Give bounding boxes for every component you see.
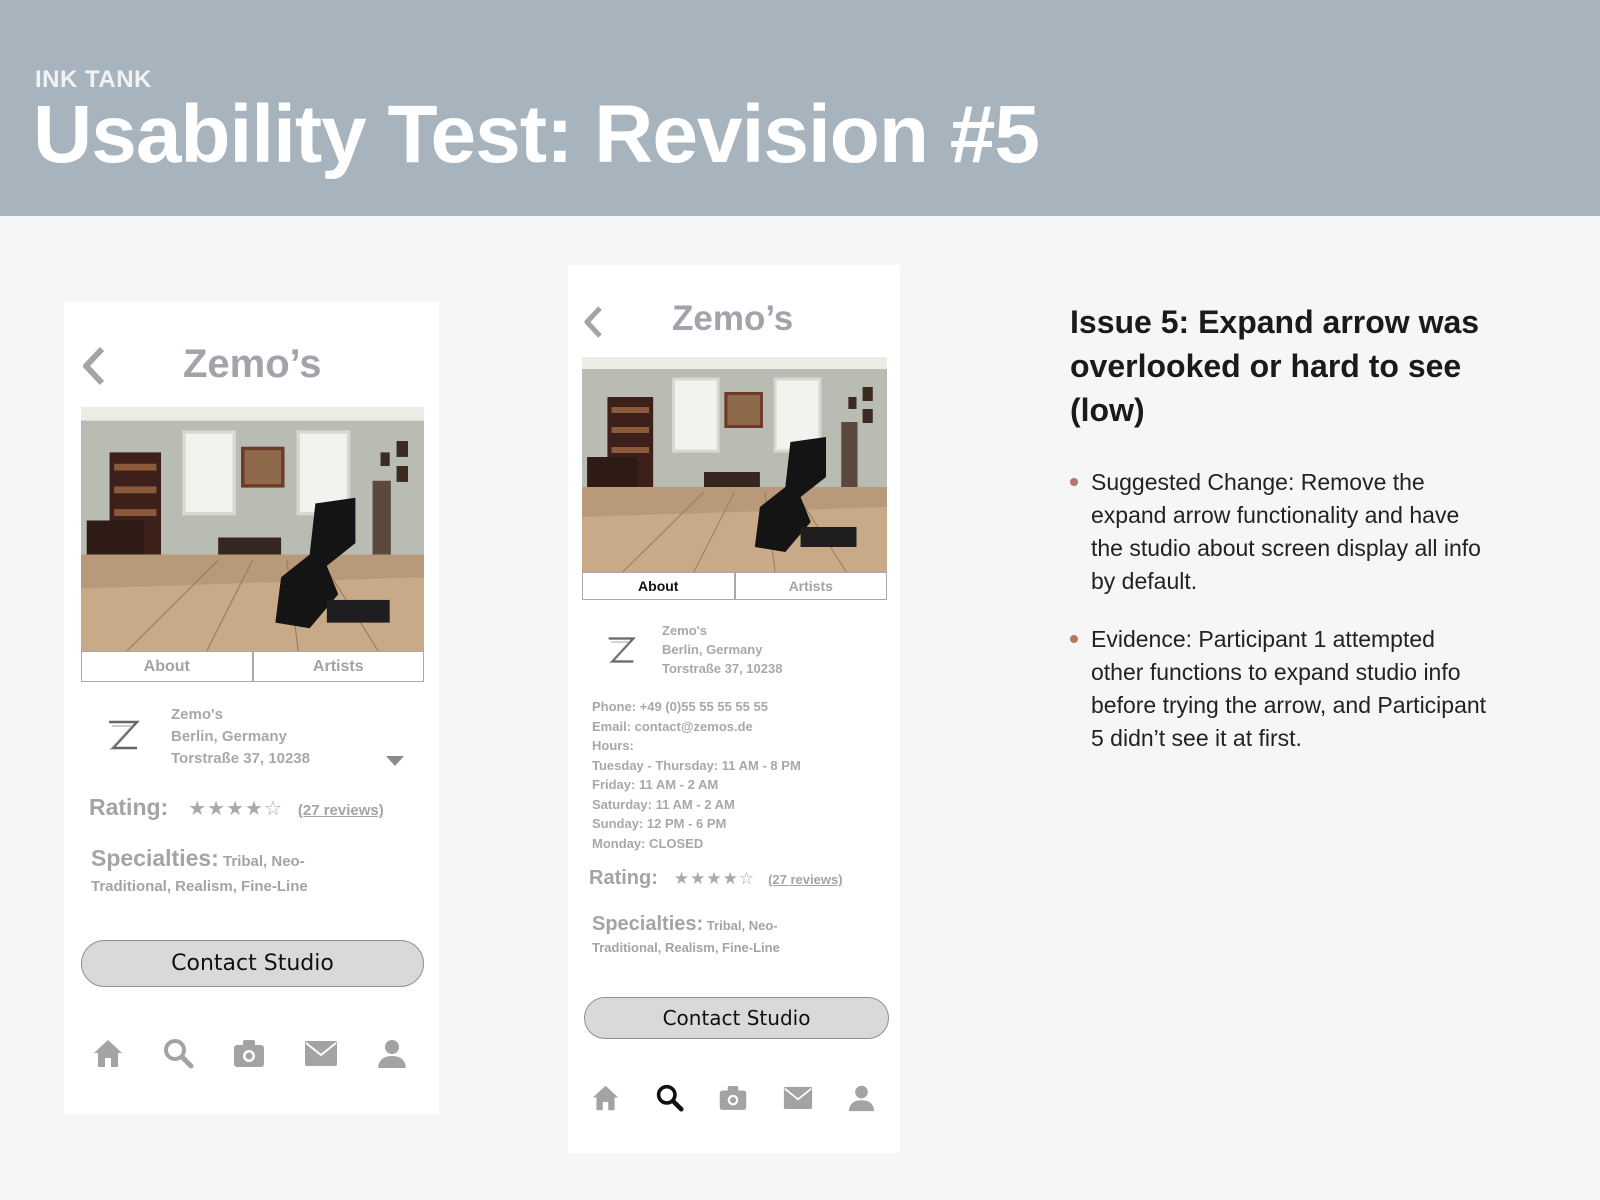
back-chevron-icon[interactable]	[80, 346, 106, 386]
detail-hours-heading: Hours:	[592, 738, 634, 753]
profile-icon[interactable]	[847, 1083, 876, 1112]
tab-artists[interactable]: Artists	[734, 572, 887, 600]
camera-icon[interactable]	[232, 1037, 266, 1069]
mail-icon[interactable]	[304, 1037, 338, 1069]
studio-photo	[582, 357, 887, 572]
back-chevron-icon[interactable]	[582, 305, 604, 339]
rating-row: Rating: ★★★★☆ (27 reviews)	[89, 794, 384, 821]
detail-hours-sat: Saturday: 11 AM - 2 AM	[592, 796, 735, 812]
studio-photo	[81, 407, 424, 651]
bottom-nav	[92, 1036, 408, 1070]
detail-email: Email: contact@zemos.de	[592, 718, 753, 734]
mail-icon[interactable]	[783, 1083, 813, 1112]
slide-header: INK TANK Usability Test: Revision #5	[0, 0, 1600, 216]
home-icon[interactable]	[92, 1037, 124, 1069]
specialties: Specialties: Tribal, Neo-Traditional, Re…	[91, 846, 351, 899]
detail-phone: Phone: +49 (0)55 55 55 55 55	[592, 699, 768, 714]
star-rating-icon: ★★★★☆	[673, 869, 756, 888]
info-address: Torstraße 37, 10238	[662, 661, 783, 676]
issue-heading: Issue 5: Expand arrow was overlooked or …	[1070, 304, 1480, 428]
camera-icon[interactable]	[718, 1083, 748, 1112]
star-rating-icon: ★★★★☆	[188, 798, 283, 820]
studio-name: Zemo’s	[672, 299, 794, 338]
specialties-label: Specialties:	[91, 845, 219, 871]
contact-studio-button[interactable]: Contact Studio	[584, 997, 889, 1039]
info-address: Torstraße 37, 10238	[171, 750, 310, 767]
contact-studio-button[interactable]: Contact Studio	[81, 940, 424, 987]
search-icon[interactable]	[655, 1083, 684, 1112]
expand-arrow-icon[interactable]	[386, 756, 404, 766]
phone-mockup-before: Zemo’s About Artists Zemo's Berlin, Germ…	[64, 302, 439, 1114]
search-icon[interactable]	[162, 1037, 194, 1069]
tab-about[interactable]: About	[81, 651, 253, 682]
studio-tabs: About Artists	[582, 572, 887, 600]
detail-hours-sun: Sunday: 12 PM - 6 PM	[592, 816, 727, 831]
studio-details: Phone: +49 (0)55 55 55 55 55 Email: cont…	[592, 697, 801, 853]
rating-label: Rating:	[589, 867, 658, 889]
studio-name: Zemo’s	[183, 342, 322, 386]
info-name: Zemo's	[171, 706, 223, 723]
reviews-link[interactable]: (27 reviews)	[298, 802, 384, 819]
issue-bullets: Suggested Change: Remove the expand arro…	[1070, 466, 1490, 780]
bullet-suggested-change: Suggested Change: Remove the expand arro…	[1070, 466, 1490, 598]
home-icon[interactable]	[591, 1083, 620, 1112]
tab-artists[interactable]: Artists	[252, 651, 424, 682]
specialties-label: Specialties:	[592, 913, 704, 935]
studio-logo-icon	[109, 720, 140, 751]
bullet-evidence: Evidence: Participant 1 attempted other …	[1070, 623, 1490, 755]
info-city: Berlin, Germany	[171, 728, 287, 745]
slide-title: Usability Test: Revision #5	[33, 89, 1040, 180]
studio-logo-icon	[608, 637, 636, 664]
profile-icon[interactable]	[376, 1037, 408, 1069]
studio-tabs: About Artists	[81, 651, 424, 682]
info-city: Berlin, Germany	[662, 642, 763, 657]
info-name: Zemo's	[662, 623, 707, 638]
phone-mockup-after: Zemo’s About Artists Zemo's Berlin, Germ…	[568, 265, 900, 1153]
tab-about[interactable]: About	[582, 572, 735, 600]
rating-label: Rating:	[89, 794, 169, 820]
detail-hours-tue-thu: Tuesday - Thursday: 11 AM - 8 PM	[592, 757, 801, 773]
reviews-link[interactable]: (27 reviews)	[768, 872, 842, 887]
studio-info: Zemo's Berlin, Germany Torstraße 37, 102…	[171, 704, 310, 770]
bottom-nav	[591, 1082, 876, 1112]
detail-hours-fri: Friday: 11 AM - 2 AM	[592, 777, 719, 792]
detail-hours-mon: Monday: CLOSED	[592, 835, 704, 851]
studio-info: Zemo's Berlin, Germany Torstraße 37, 102…	[662, 621, 782, 678]
rating-row: Rating: ★★★★☆ (27 reviews)	[589, 867, 843, 890]
specialties: Specialties: Tribal, Neo-Traditional, Re…	[592, 913, 832, 959]
